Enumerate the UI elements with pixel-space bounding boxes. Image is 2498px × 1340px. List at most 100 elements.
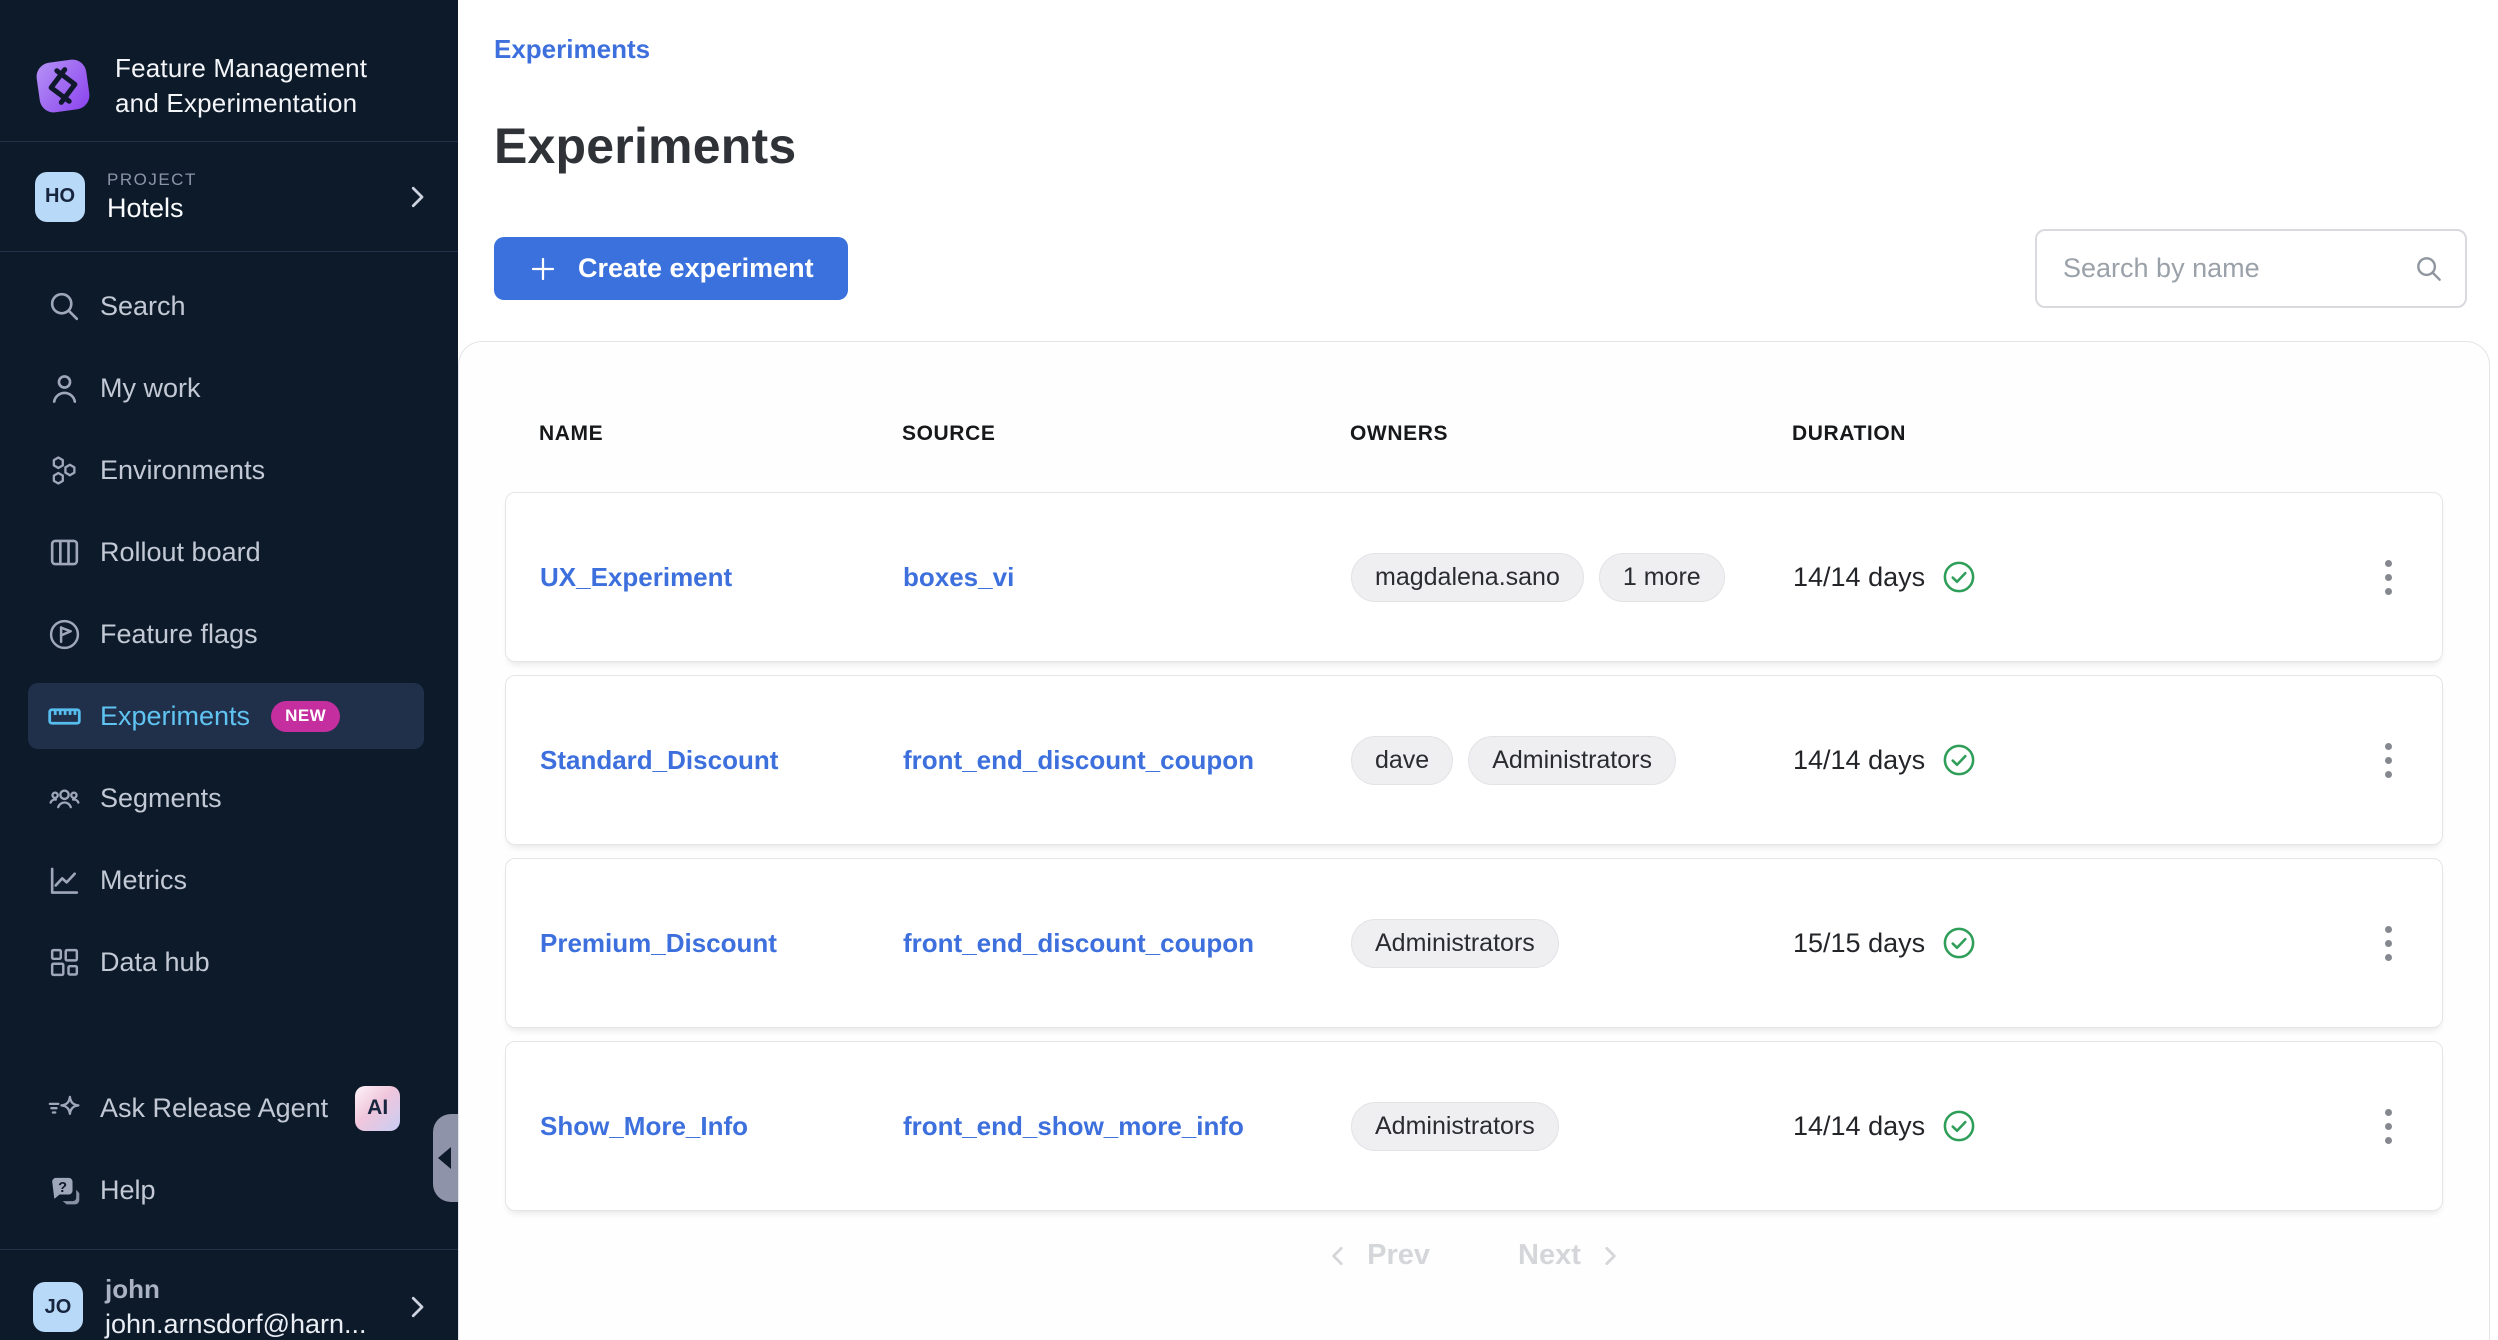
sidebar-item-rollout-board[interactable]: Rollout board [28, 511, 424, 593]
product-title: Feature Management and Experimentation [115, 51, 367, 121]
sidebar-item-metrics[interactable]: Metrics [28, 839, 424, 921]
experiment-name-link[interactable]: UX_Experiment [540, 562, 903, 593]
pagination: Prev Next [505, 1239, 2443, 1272]
complete-check-icon [1941, 559, 1977, 595]
sidebar-footer-nav: Ask Release Agent AI ? Help [0, 1067, 458, 1231]
search-icon [2413, 253, 2445, 285]
owner-chip[interactable]: dave [1351, 736, 1453, 785]
owner-chip[interactable]: magdalena.sano [1351, 553, 1584, 602]
sidebar-item-help[interactable]: ? Help [28, 1149, 424, 1231]
table-row: Premium_Discount front_end_discount_coup… [505, 858, 2443, 1028]
collapse-arrow-icon [438, 1147, 451, 1169]
sidebar-item-label: Feature flags [100, 619, 258, 650]
ai-badge: AI [355, 1086, 400, 1131]
complete-check-icon [1941, 1108, 1977, 1144]
sidebar-nav: Search My work Environments Rollout boar… [0, 265, 458, 1003]
project-name: Hotels [107, 193, 380, 224]
duration-value: 14/14 days [1793, 745, 1925, 776]
experiments-list: UX_Experiment boxes_vi magdalena.sano 1 … [505, 492, 2443, 1211]
experiment-name-link[interactable]: Standard_Discount [540, 745, 903, 776]
table-header-row: NAME SOURCE OWNERS DURATION [505, 422, 2443, 446]
owner-chip[interactable]: Administrators [1351, 919, 1559, 968]
plus-icon [528, 254, 558, 284]
project-selector[interactable]: HO PROJECT Hotels [0, 142, 458, 252]
sidebar-item-label: Environments [100, 455, 265, 486]
chevron-left-icon [1325, 1243, 1351, 1269]
page-title: Experiments [494, 117, 2467, 175]
sidebar-item-label: Metrics [100, 865, 187, 896]
experiment-source-link[interactable]: front_end_show_more_info [903, 1111, 1351, 1142]
table-row: Show_More_Info front_end_show_more_info … [505, 1041, 2443, 1211]
sidebar-item-label: Data hub [100, 947, 210, 978]
table-row: UX_Experiment boxes_vi magdalena.sano 1 … [505, 492, 2443, 662]
experiment-source-link[interactable]: front_end_discount_coupon [903, 745, 1351, 776]
sidebar: Feature Management and Experimentation H… [0, 0, 458, 1340]
sidebar-item-label: My work [100, 373, 201, 404]
sidebar-item-label: Experiments [100, 701, 250, 732]
user-avatar: JO [33, 1282, 83, 1332]
page-header: Experiments Experiments Create experimen… [458, 0, 2498, 341]
sidebar-item-experiments[interactable]: Experiments NEW [28, 683, 424, 749]
prev-label: Prev [1367, 1239, 1430, 1272]
duration-value: 15/15 days [1793, 928, 1925, 959]
column-header-source: SOURCE [902, 422, 1350, 446]
sidebar-item-data-hub[interactable]: Data hub [28, 921, 424, 1003]
create-experiment-button[interactable]: Create experiment [494, 237, 848, 300]
sparkle-lines-icon [46, 1090, 83, 1127]
prev-page-button[interactable]: Prev [1325, 1239, 1430, 1272]
flag-circle-icon [46, 616, 83, 653]
sidebar-collapse-handle[interactable] [433, 1114, 458, 1202]
next-label: Next [1518, 1239, 1581, 1272]
sidebar-item-segments[interactable]: Segments [28, 757, 424, 839]
sidebar-item-feature-flags[interactable]: Feature flags [28, 593, 424, 675]
experiment-name-link[interactable]: Premium_Discount [540, 928, 903, 959]
project-avatar: HO [35, 172, 85, 222]
owner-more-chip[interactable]: 1 more [1599, 553, 1725, 602]
new-badge: NEW [271, 701, 340, 732]
sidebar-item-search[interactable]: Search [28, 265, 424, 347]
svg-text:?: ? [58, 1180, 67, 1196]
grid-blocks-icon [46, 944, 83, 981]
row-menu-button[interactable] [2368, 547, 2408, 607]
person-icon [46, 370, 83, 407]
product-logo-icon [33, 56, 93, 116]
complete-check-icon [1941, 742, 1977, 778]
experiment-source-link[interactable]: front_end_discount_coupon [903, 928, 1351, 959]
sidebar-item-label: Help [100, 1175, 156, 1206]
duration-value: 14/14 days [1793, 562, 1925, 593]
column-header-duration: DURATION [1792, 422, 2369, 446]
line-chart-icon [46, 862, 83, 899]
people-group-icon [46, 780, 83, 817]
column-header-owners: OWNERS [1350, 422, 1792, 446]
user-menu[interactable]: JO john john.arnsdorf@harn... [0, 1250, 458, 1340]
ruler-icon [46, 698, 83, 735]
owner-chip[interactable]: Administrators [1468, 736, 1676, 785]
sidebar-item-my-work[interactable]: My work [28, 347, 424, 429]
product-header: Feature Management and Experimentation [0, 0, 458, 142]
hexagons-icon [46, 452, 83, 489]
user-name: john [105, 1274, 380, 1305]
owner-chip[interactable]: Administrators [1351, 1102, 1559, 1151]
search-icon [46, 288, 83, 325]
create-experiment-label: Create experiment [578, 253, 814, 284]
complete-check-icon [1941, 925, 1977, 961]
sidebar-item-environments[interactable]: Environments [28, 429, 424, 511]
sidebar-item-label: Rollout board [100, 537, 261, 568]
project-label: PROJECT [107, 170, 380, 190]
search-input[interactable] [2035, 229, 2467, 308]
board-columns-icon [46, 534, 83, 571]
sidebar-item-ask-release-agent[interactable]: Ask Release Agent AI [28, 1067, 424, 1149]
chevron-right-icon [1597, 1243, 1623, 1269]
row-menu-button[interactable] [2368, 1096, 2408, 1156]
sidebar-item-label: Segments [100, 783, 222, 814]
sidebar-item-label: Ask Release Agent [100, 1093, 328, 1124]
main-content: Experiments Experiments Create experimen… [458, 0, 2498, 1340]
row-menu-button[interactable] [2368, 913, 2408, 973]
experiment-source-link[interactable]: boxes_vi [903, 562, 1351, 593]
breadcrumb[interactable]: Experiments [494, 34, 650, 65]
user-email: john.arnsdorf@harn... [105, 1309, 380, 1340]
chevron-right-icon [402, 1292, 432, 1322]
experiment-name-link[interactable]: Show_More_Info [540, 1111, 903, 1142]
row-menu-button[interactable] [2368, 730, 2408, 790]
next-page-button[interactable]: Next [1518, 1239, 1623, 1272]
